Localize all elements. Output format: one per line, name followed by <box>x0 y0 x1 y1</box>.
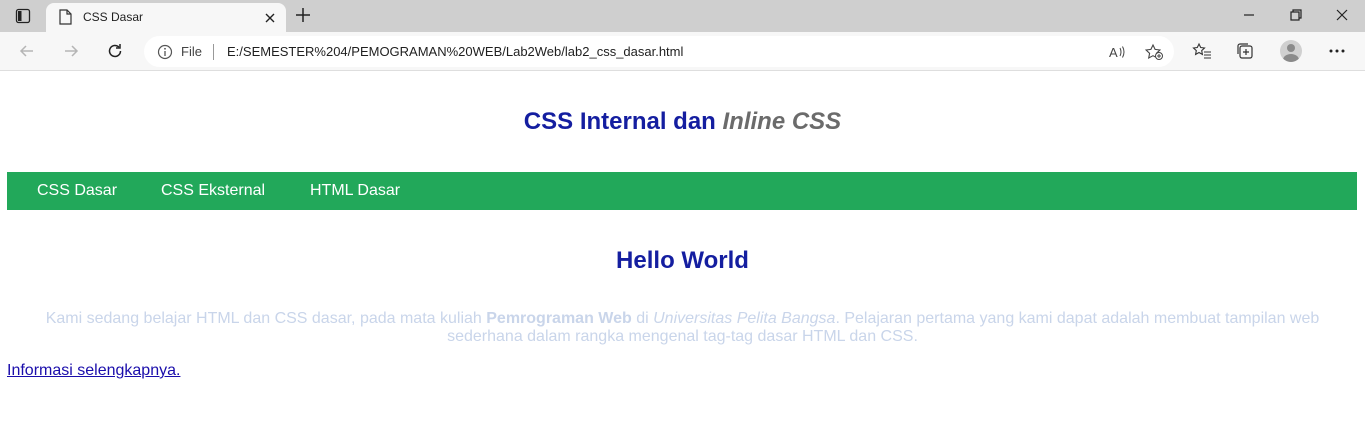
refresh-icon[interactable] <box>105 41 125 66</box>
page-viewport: CSS Internal dan Inline CSS CSS Dasar CS… <box>0 72 1365 439</box>
para-bold: Pemrograman Web <box>486 310 632 327</box>
page-icon <box>58 9 72 30</box>
url-text[interactable]: E:/SEMESTER%204/PEMOGRAMAN%20WEB/Lab2Web… <box>227 44 683 59</box>
profile-avatar[interactable] <box>1280 40 1302 62</box>
para-italic: Universitas Pelita Bangsa <box>653 310 836 327</box>
main-navbar: CSS Dasar CSS Eksternal HTML Dasar <box>7 172 1357 210</box>
info-icon[interactable] <box>157 44 173 65</box>
site-label: File <box>181 44 202 59</box>
avatar-body <box>1283 54 1299 62</box>
favorites-icon[interactable] <box>1192 41 1212 66</box>
browser-tab[interactable]: CSS Dasar <box>46 3 286 32</box>
close-window-icon[interactable] <box>1335 8 1349 27</box>
nav-link-html-dasar[interactable]: HTML Dasar <box>310 182 400 200</box>
browser-toolbar: File E:/SEMESTER%204/PEMOGRAMAN%20WEB/La… <box>0 32 1365 71</box>
back-icon[interactable] <box>17 41 37 66</box>
more-options-icon[interactable] <box>1327 41 1347 66</box>
para-text-1: Kami sedang belajar HTML dan CSS dasar, … <box>45 310 487 327</box>
address-separator <box>213 44 214 60</box>
tab-bar: CSS Dasar <box>0 0 1365 32</box>
page-title-main: CSS Internal dan <box>523 108 723 135</box>
collections-icon[interactable] <box>1235 41 1255 66</box>
svg-text:A: A <box>1109 45 1118 60</box>
tab-title: CSS Dasar <box>83 10 144 24</box>
page-title-italic: Inline CSS <box>722 108 842 135</box>
restore-icon[interactable] <box>1289 8 1303 27</box>
minimize-icon[interactable] <box>1242 8 1256 27</box>
tab-actions-icon[interactable] <box>8 4 38 28</box>
new-tab-icon[interactable] <box>294 6 312 29</box>
avatar-head <box>1287 44 1295 52</box>
add-favorite-icon[interactable] <box>1144 43 1164 66</box>
more-info-link[interactable]: Informasi selengkapnya. <box>7 362 180 380</box>
close-tab-icon[interactable] <box>264 11 276 29</box>
page-title: CSS Internal dan Inline CSS <box>0 108 1365 136</box>
nav-link-css-eksternal[interactable]: CSS Eksternal <box>161 182 265 200</box>
address-bar[interactable]: File E:/SEMESTER%204/PEMOGRAMAN%20WEB/La… <box>144 36 1174 67</box>
content-heading: Hello World <box>616 247 749 274</box>
forward-icon[interactable] <box>61 41 81 66</box>
read-aloud-icon[interactable]: A <box>1108 43 1126 66</box>
para-text-2: di <box>631 310 654 327</box>
intro-paragraph: Kami sedang belajar HTML dan CSS dasar, … <box>30 310 1335 346</box>
nav-link-css-dasar[interactable]: CSS Dasar <box>37 182 117 200</box>
